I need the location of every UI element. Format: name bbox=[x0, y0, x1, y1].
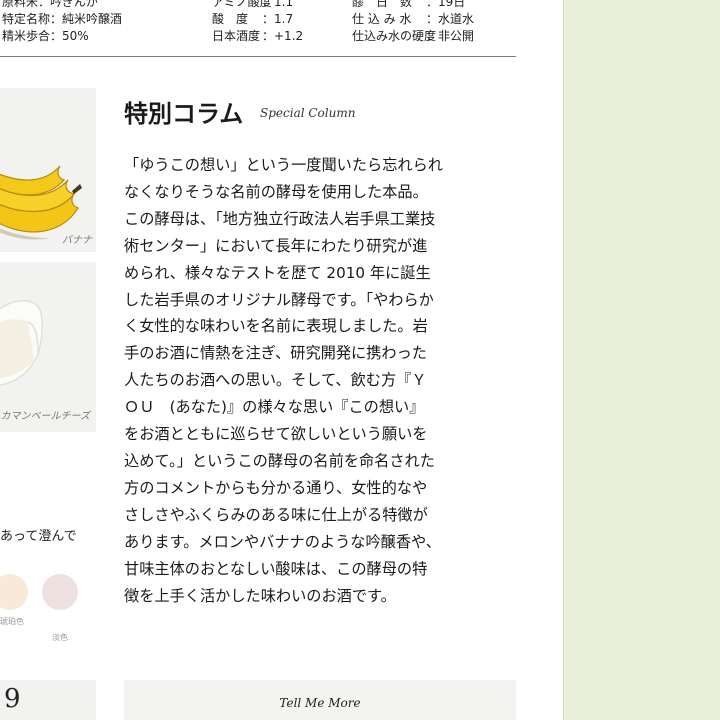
spec-row-rice: 原料米： 吟ぎんが bbox=[2, 0, 99, 9]
body-line: ＯＵ (あなた)』の様々な思い『この想い』 bbox=[124, 398, 425, 417]
color-swatch-amber bbox=[0, 574, 28, 610]
body-line: 「ゆうこの想い」という一度聞いたら忘れられ bbox=[124, 156, 443, 174]
spec-row-polishing: 精米歩合： 50% bbox=[2, 29, 89, 43]
appearance-text: あって澄んで bbox=[0, 529, 77, 544]
body-line: 人たちのお酒への思い。そして、飲む方『Ｙ bbox=[124, 371, 427, 390]
aroma-card-camembert: カマンベールチーズ bbox=[0, 262, 96, 432]
body-line: 手のお酒に情熱を注ぎ、研究開発に携わった bbox=[124, 344, 427, 363]
spec-column-2: アミノ酸度 ：1.1 酸 度：1.7 日本酒度 ：+1.2 bbox=[212, 0, 303, 45]
spec-row-moromi-days: 醪 日 数：19日 bbox=[352, 0, 466, 9]
color-swatch-pale bbox=[42, 574, 78, 610]
body-line: 徴を上手く活かした味わいのお酒です。 bbox=[124, 586, 396, 605]
spec-row-designation: 特定名称： 純米吟醸酒 bbox=[2, 12, 123, 26]
body-line: 方のコメントからも分かる通り、女性的なや bbox=[124, 478, 428, 497]
body-line: さしさやふくらみのある味に仕上がる特徴が bbox=[124, 505, 428, 524]
swatch-label-amber: 琥珀色 bbox=[0, 617, 24, 626]
column-title: 特別コラム bbox=[124, 99, 244, 128]
swatch-label-pale: 淡色 bbox=[52, 633, 68, 642]
body-line: 甘味主体のおとなしい酸味は、この酵母の特 bbox=[124, 559, 428, 578]
spec-row-water-hardness: 仕込み水の硬度 ：非公開 bbox=[352, 29, 475, 43]
tell-me-more-card: Tell Me More bbox=[124, 680, 516, 720]
spec-row-acidity: 酸 度：1.7 bbox=[212, 12, 294, 26]
spec-table: 原料米： 吟ぎんが 特定名称： 純米吟醸酒 精米歩合： 50% アミノ酸度 ：1.1 酸… bbox=[0, 0, 516, 57]
column-subtitle: Special Column bbox=[260, 106, 356, 120]
body-line: あります。メロンやバナナのような吟醸香や、 bbox=[124, 532, 441, 551]
tell-me-more-label: Tell Me More bbox=[279, 696, 361, 710]
spec-row-smv: 日本酒度 ：+1.2 bbox=[212, 29, 304, 43]
body-line: した岩手県のオリジナル酵母です。「やわらか bbox=[124, 290, 434, 309]
body-line: なくなりそうな名前の酵母を使用した本品。 bbox=[124, 182, 428, 201]
body-line: められ、様々なテストを歴て 2010 年に誕生 bbox=[124, 263, 431, 282]
body-line: 込めて。」というこの酵母の名前を命名された bbox=[124, 451, 435, 470]
column-body: 「ゆうこの想い」という一度聞いたら忘れられ なくなりそうな名前の酵母を使用した本… bbox=[124, 152, 516, 609]
spec-column-3: 醪 日 数：19日 仕 込 み 水：水道水 仕込み水の硬度 ：非公開 bbox=[352, 0, 474, 45]
aroma-caption-banana: バナナ bbox=[62, 235, 92, 246]
aroma-caption-camembert: カマンベールチーズ bbox=[0, 411, 91, 422]
body-line: く女性的な味わいを名前に表現しました。岩 bbox=[124, 317, 428, 336]
aroma-card-banana: バナナ bbox=[0, 88, 96, 252]
body-line: この酵母は、「地方独立行政法人岩手県工業技 bbox=[124, 209, 436, 228]
body-line: 術センター」において長年にわたり研究が進 bbox=[124, 236, 428, 255]
spec-row-water: 仕 込 み 水：水道水 bbox=[352, 12, 475, 26]
bottom-left-card: 9 bbox=[0, 680, 96, 720]
bottom-left-glyph: 9 bbox=[4, 684, 21, 714]
product-page: 原料米： 吟ぎんが 特定名称： 純米吟醸酒 精米歩合： 50% アミノ酸度 ：1.1 酸… bbox=[0, 0, 564, 720]
spec-row-amino: アミノ酸度 ：1.1 bbox=[212, 0, 294, 9]
spec-column-1: 原料米： 吟ぎんが 特定名称： 純米吟醸酒 精米歩合： 50% bbox=[2, 0, 122, 45]
banana-image bbox=[0, 165, 82, 240]
body-line: をお酒とともに巡らせて欲しいという願いを bbox=[124, 425, 428, 444]
